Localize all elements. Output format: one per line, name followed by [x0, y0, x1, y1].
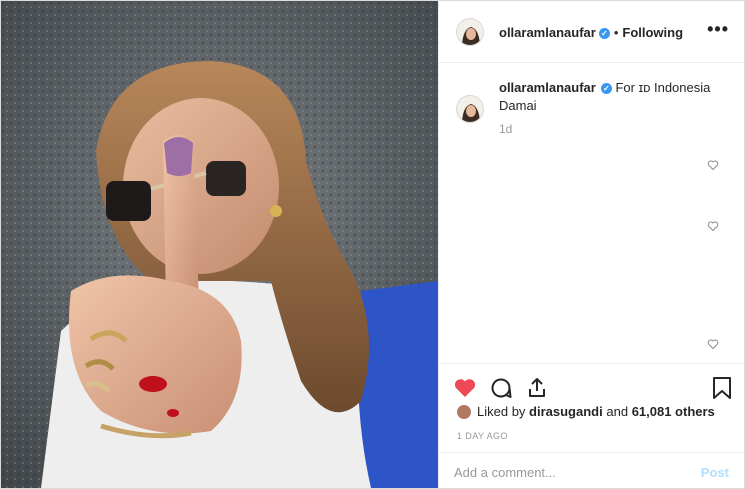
post-caption: ollaramlanaufar ✓ For ɪᴅ Indonesia Damai — [499, 79, 729, 115]
liker-username[interactable]: dirasugandi — [529, 404, 603, 419]
comment-input[interactable]: Add a comment... — [454, 465, 556, 480]
caption-avatar[interactable] — [456, 95, 484, 123]
liker-avatar[interactable] — [457, 405, 471, 419]
comment-bar: Add a comment... Post — [439, 452, 745, 488]
following-button[interactable]: Following — [622, 25, 683, 40]
likes-count[interactable]: 61,081 others — [632, 404, 715, 419]
author-username[interactable]: ollaramlanaufar — [499, 25, 596, 40]
comment-icon[interactable] — [489, 376, 513, 400]
verified-badge-icon: ✓ — [600, 83, 612, 94]
caption-time[interactable]: 1d — [499, 122, 512, 136]
verified-badge-icon: ✓ — [598, 28, 610, 39]
avatar-image — [457, 96, 483, 122]
post-dialog: ollaramlanaufar ✓ • Following ••• ollaramla… — [0, 0, 745, 489]
caption-username[interactable]: ollaramlanaufar — [499, 80, 596, 95]
header-user-line: ollaramlanaufar ✓ • Following — [499, 24, 683, 42]
more-options-icon[interactable]: ••• — [707, 19, 729, 40]
post-side-panel: ollaramlanaufar ✓ • Following ••• ollaramla… — [438, 1, 745, 488]
bookmark-icon[interactable] — [711, 376, 733, 400]
likes-prefix: Liked by — [477, 404, 526, 419]
post-timestamp[interactable]: 1 DAY AGO — [457, 431, 508, 441]
comment-like-icon[interactable] — [707, 338, 719, 350]
post-header: ollaramlanaufar ✓ • Following ••• — [439, 1, 745, 63]
photo-image — [1, 1, 438, 488]
avatar-image — [457, 19, 483, 45]
likes-joiner: and — [606, 404, 629, 419]
post-button[interactable]: Post — [701, 465, 729, 480]
post-photo[interactable] — [1, 1, 438, 488]
share-icon[interactable] — [525, 376, 549, 400]
author-avatar[interactable] — [456, 18, 484, 46]
likes-summary: Liked by dirasugandi and 61,081 others — [457, 404, 715, 419]
heart-filled-icon[interactable] — [453, 376, 477, 400]
comment-like-icon[interactable] — [707, 159, 719, 171]
comment-like-icon[interactable] — [707, 220, 719, 232]
separator-dot: • — [613, 25, 619, 40]
